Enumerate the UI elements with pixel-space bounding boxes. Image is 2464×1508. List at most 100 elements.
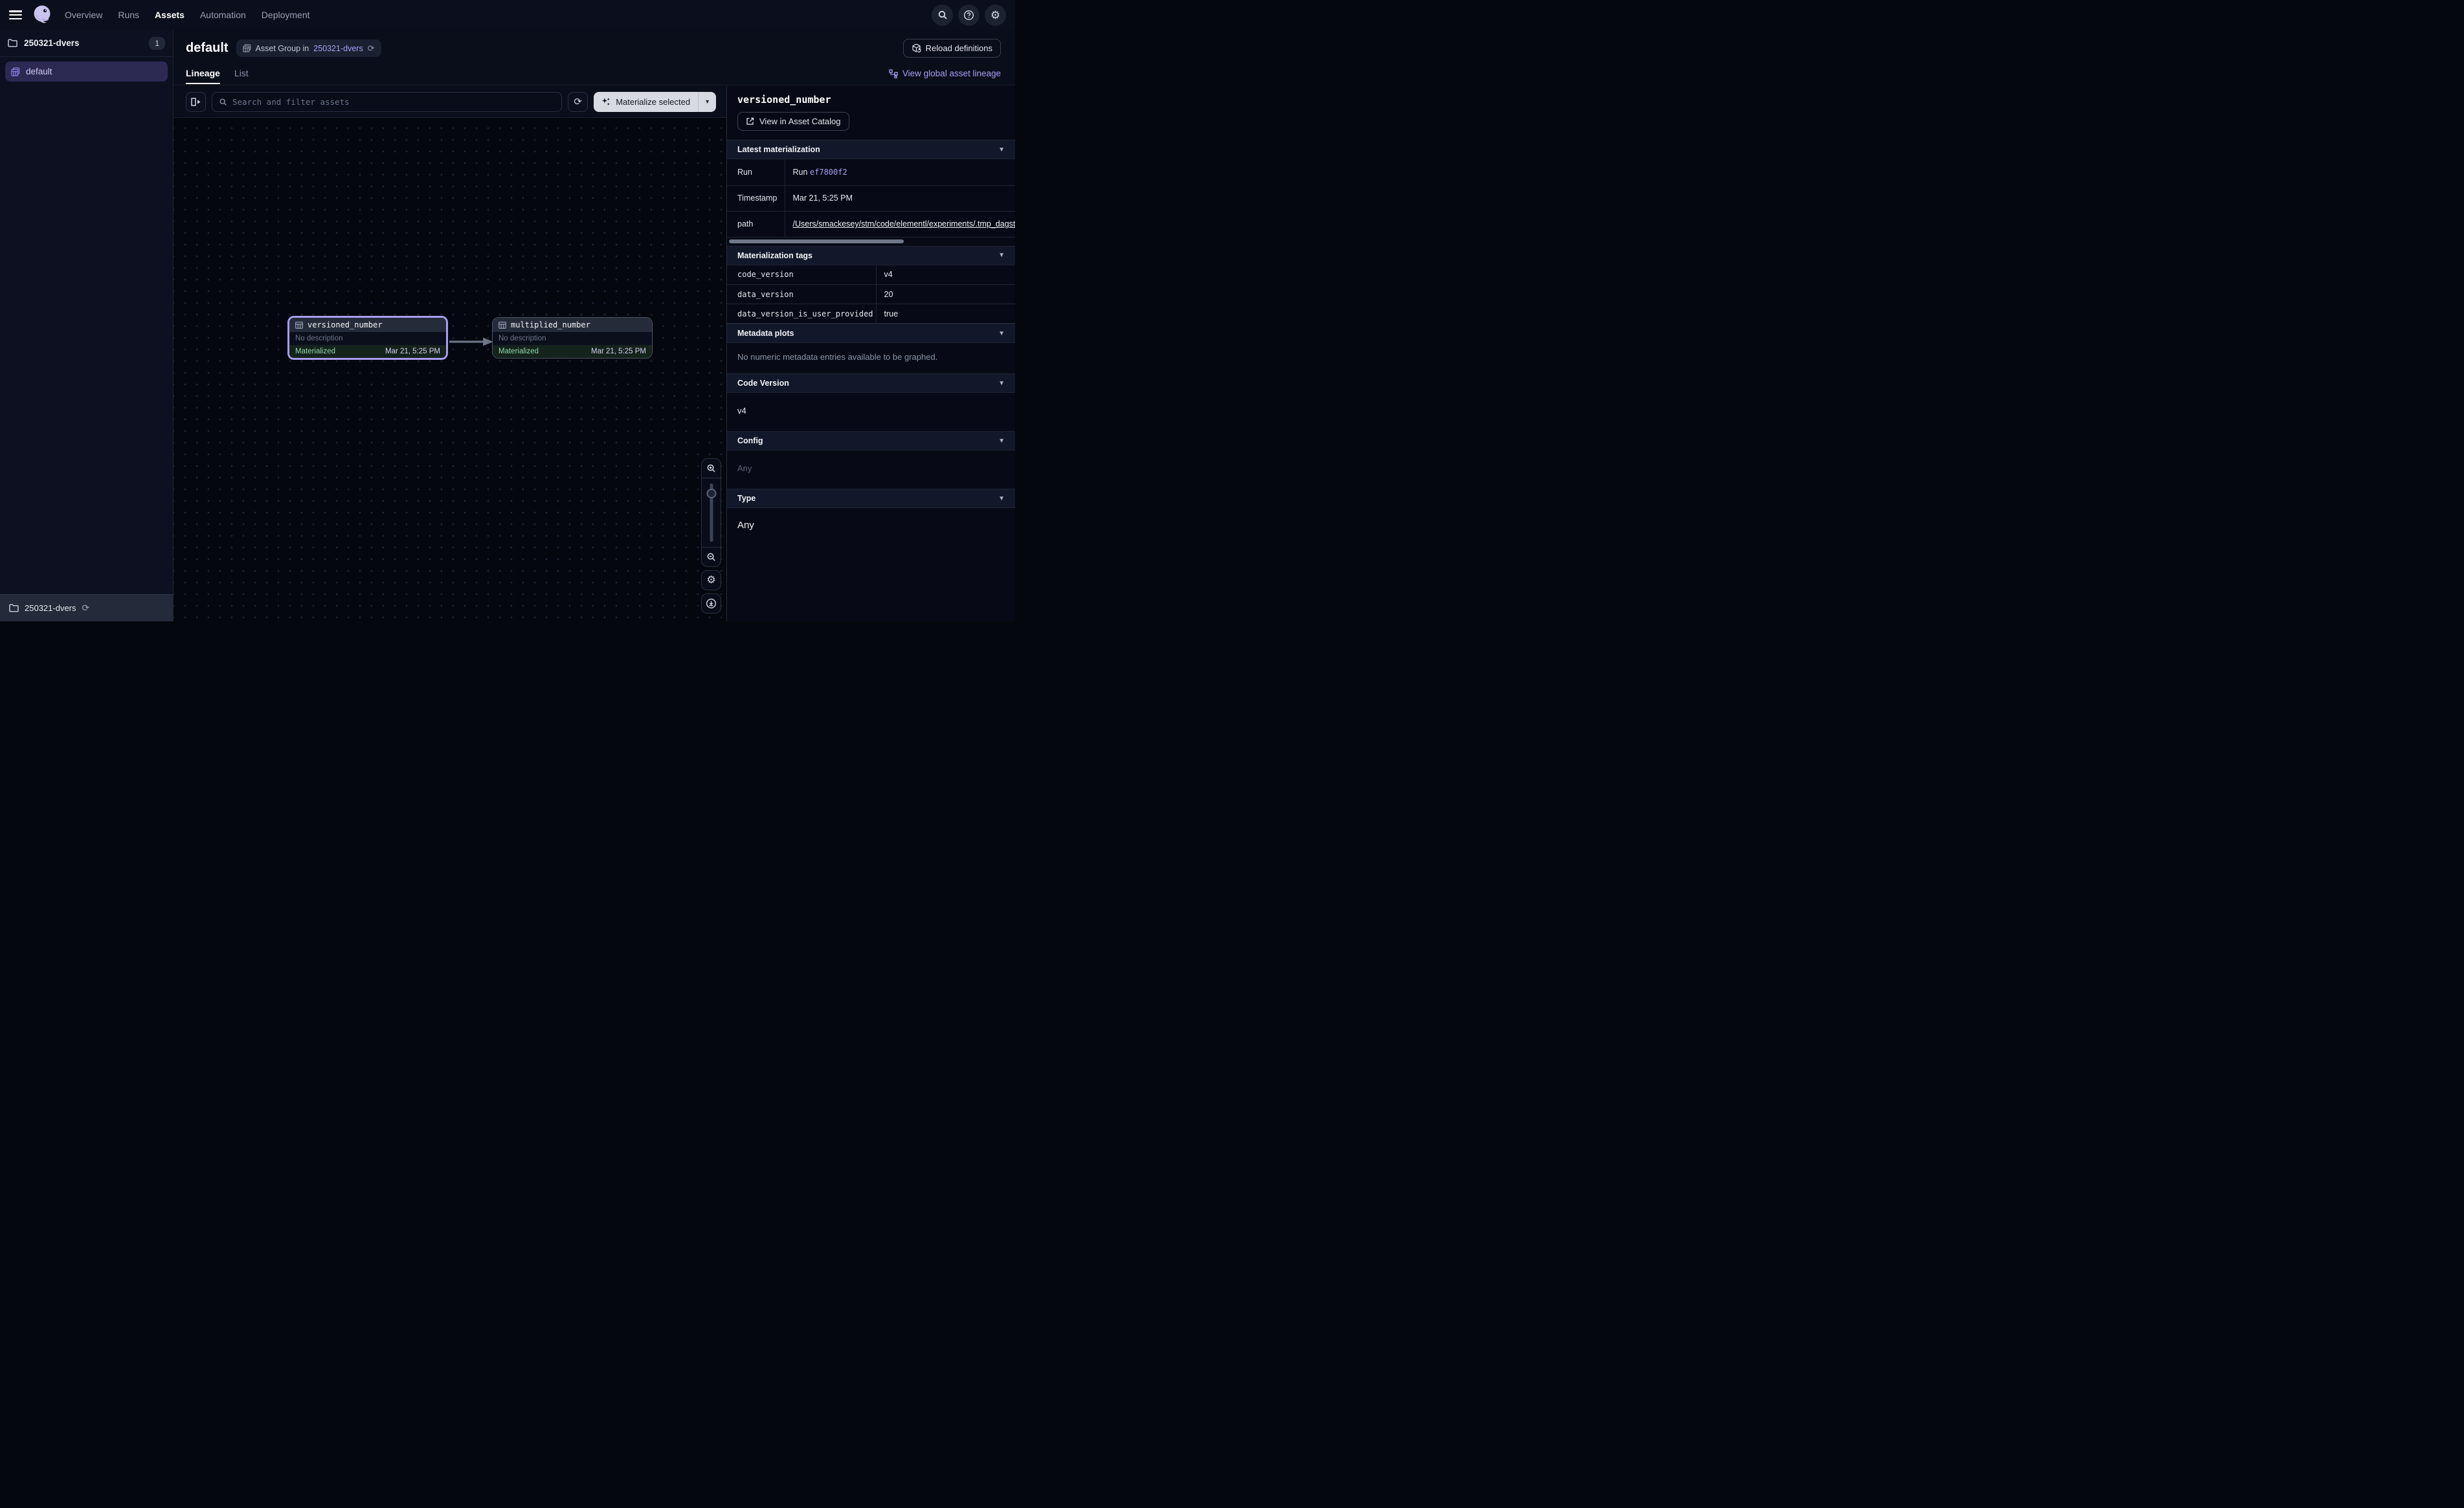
asset-node-name: versioned_number [308, 320, 383, 329]
sidebar-item-label: default [26, 67, 52, 76]
hamburger-menu-icon[interactable] [9, 10, 22, 19]
materialized-timestamp: Mar 21, 5:25 PM [591, 348, 646, 355]
materialized-status: Materialized [295, 348, 335, 355]
folder-icon [9, 604, 19, 612]
tab-list[interactable]: List [234, 68, 249, 84]
section-metadata-plots[interactable]: Metadata plots ▼ [727, 324, 1015, 343]
reload-definitions-button[interactable]: Reload definitions [903, 39, 1001, 58]
dagster-logo[interactable] [31, 4, 53, 26]
row-value: Mar 21, 5:25 PM [785, 185, 1015, 211]
chevron-down-icon[interactable]: ▼ [998, 495, 1005, 502]
external-link-icon [746, 117, 754, 126]
tab-lineage[interactable]: Lineage [186, 68, 220, 84]
materialize-selected-label: Materialize selected [616, 97, 690, 107]
materialize-dropdown-button[interactable]: ▼ [698, 92, 716, 112]
sidebar-repo-label: 250321-dvers [24, 38, 80, 48]
asset-node-multiplied-number[interactable]: multiplied_number No description Materia… [492, 317, 653, 359]
global-lineage-label: View global asset lineage [902, 69, 1001, 78]
refresh-icon: ⟳ [574, 96, 582, 107]
metadata-plots-empty-text: No numeric metadata entries available to… [727, 343, 1015, 373]
folder-icon [8, 39, 17, 47]
zoom-out-button[interactable] [702, 547, 721, 566]
section-title: Metadata plots [737, 329, 794, 338]
refresh-graph-button[interactable]: ⟳ [568, 92, 588, 112]
sidebar-footer: 250321-dvers ⟳ [0, 594, 173, 621]
section-title: Code Version [737, 379, 789, 388]
zoom-out-icon [706, 552, 716, 562]
primary-nav: Overview Runs Assets Automation Deployme… [65, 10, 310, 20]
chevron-down-icon[interactable]: ▼ [998, 252, 1005, 259]
chevron-down-icon[interactable]: ▼ [998, 380, 1005, 387]
zoom-slider-knob[interactable] [706, 489, 716, 498]
panel-asset-title: versioned_number [737, 94, 1005, 105]
sync-icon[interactable]: ⟳ [82, 603, 90, 614]
sidebar-repo-row[interactable]: 250321-dvers 1 [0, 30, 173, 57]
nav-item-assets[interactable]: Assets [155, 10, 185, 20]
dagster-app: Overview Runs Assets Automation Deployme… [0, 0, 1015, 621]
search-input[interactable] [232, 97, 555, 107]
nav-item-overview[interactable]: Overview [65, 10, 102, 20]
graph-settings-button[interactable]: ⚙ [701, 570, 721, 590]
asset-groups-sidebar: 250321-dvers 1 default 250321-dvers ⟳ [0, 30, 174, 621]
tag-key: code_version [727, 265, 876, 285]
help-button[interactable] [958, 5, 980, 26]
materialized-status: Materialized [498, 348, 539, 355]
download-icon [706, 598, 717, 609]
sidebar-item-default[interactable]: default [5, 61, 168, 82]
view-in-asset-catalog-button[interactable]: View in Asset Catalog [737, 112, 849, 131]
horizontal-scrollbar[interactable] [729, 239, 904, 243]
section-type[interactable]: Type ▼ [727, 489, 1015, 508]
tag-value: true [876, 304, 1015, 324]
expand-panel-button[interactable] [186, 92, 206, 112]
download-image-button[interactable] [701, 593, 721, 614]
table-row: path /Users/smackesey/stm/code/elementl/… [727, 211, 1015, 237]
materialize-selected-button[interactable]: Materialize selected ▼ [594, 92, 716, 112]
page-title: default [186, 41, 229, 56]
help-icon [963, 10, 974, 21]
badge-repo-link[interactable]: 250321-dvers [313, 44, 363, 53]
section-config[interactable]: Config ▼ [727, 431, 1015, 450]
asset-node-versioned-number[interactable]: versioned_number No description Material… [287, 316, 448, 360]
zoom-in-button[interactable] [702, 459, 721, 478]
chevron-down-icon[interactable]: ▼ [998, 146, 1005, 153]
asset-detail-panel: versioned_number View in Asset Catalog L… [726, 86, 1015, 621]
zoom-slider[interactable] [702, 478, 721, 547]
tag-value: 20 [876, 285, 1015, 304]
search-button[interactable] [932, 5, 953, 26]
config-value: Any [727, 450, 1015, 489]
tag-key: data_version [727, 285, 876, 304]
lineage-toolbar: ⟳ Materialize selected ▼ [174, 86, 726, 118]
table-icon [498, 322, 506, 329]
chevron-down-icon[interactable]: ▼ [998, 438, 1005, 445]
asset-node-name: multiplied_number [511, 320, 590, 329]
asset-search-box [212, 92, 562, 112]
nav-item-automation[interactable]: Automation [200, 10, 246, 20]
table-row: data_version 20 [727, 285, 1015, 304]
lineage-canvas[interactable]: versioned_number No description Material… [174, 118, 726, 621]
chevron-down-icon[interactable]: ▼ [998, 330, 1005, 337]
zoom-in-icon [706, 463, 716, 473]
section-latest-materialization[interactable]: Latest materialization ▼ [727, 140, 1015, 159]
section-title: Latest materialization [737, 145, 820, 154]
section-materialization-tags[interactable]: Materialization tags ▼ [727, 246, 1015, 265]
nav-item-runs[interactable]: Runs [118, 10, 139, 20]
table-row: data_version_is_user_provided true [727, 304, 1015, 324]
view-global-asset-lineage-link[interactable]: View global asset lineage [889, 69, 1001, 84]
asset-group-badge: Asset Group in 250321-dvers ⟳ [236, 39, 381, 57]
search-icon [937, 10, 948, 20]
settings-button[interactable]: ⚙ [985, 5, 1006, 26]
tag-key: data_version_is_user_provided [727, 304, 876, 324]
nav-item-deployment[interactable]: Deployment [262, 10, 310, 20]
section-code-version[interactable]: Code Version ▼ [727, 373, 1015, 393]
table-row: Timestamp Mar 21, 5:25 PM [727, 185, 1015, 211]
footer-repo-label: 250321-dvers [25, 603, 76, 613]
type-value: Any [727, 508, 1015, 546]
gear-icon: ⚙ [706, 575, 715, 586]
run-id-link[interactable]: ef7800f2 [810, 168, 847, 177]
path-link[interactable]: /Users/smackesey/stm/code/elementl/exper… [793, 219, 1016, 228]
sync-icon[interactable]: ⟳ [368, 43, 375, 54]
sidebar-repo-count-badge: 1 [149, 37, 165, 50]
materialized-timestamp: Mar 21, 5:25 PM [385, 348, 440, 355]
page-header: default Asset Group in 250321-dvers ⟳ Re… [174, 30, 1015, 85]
run-prefix: Run [793, 168, 810, 177]
